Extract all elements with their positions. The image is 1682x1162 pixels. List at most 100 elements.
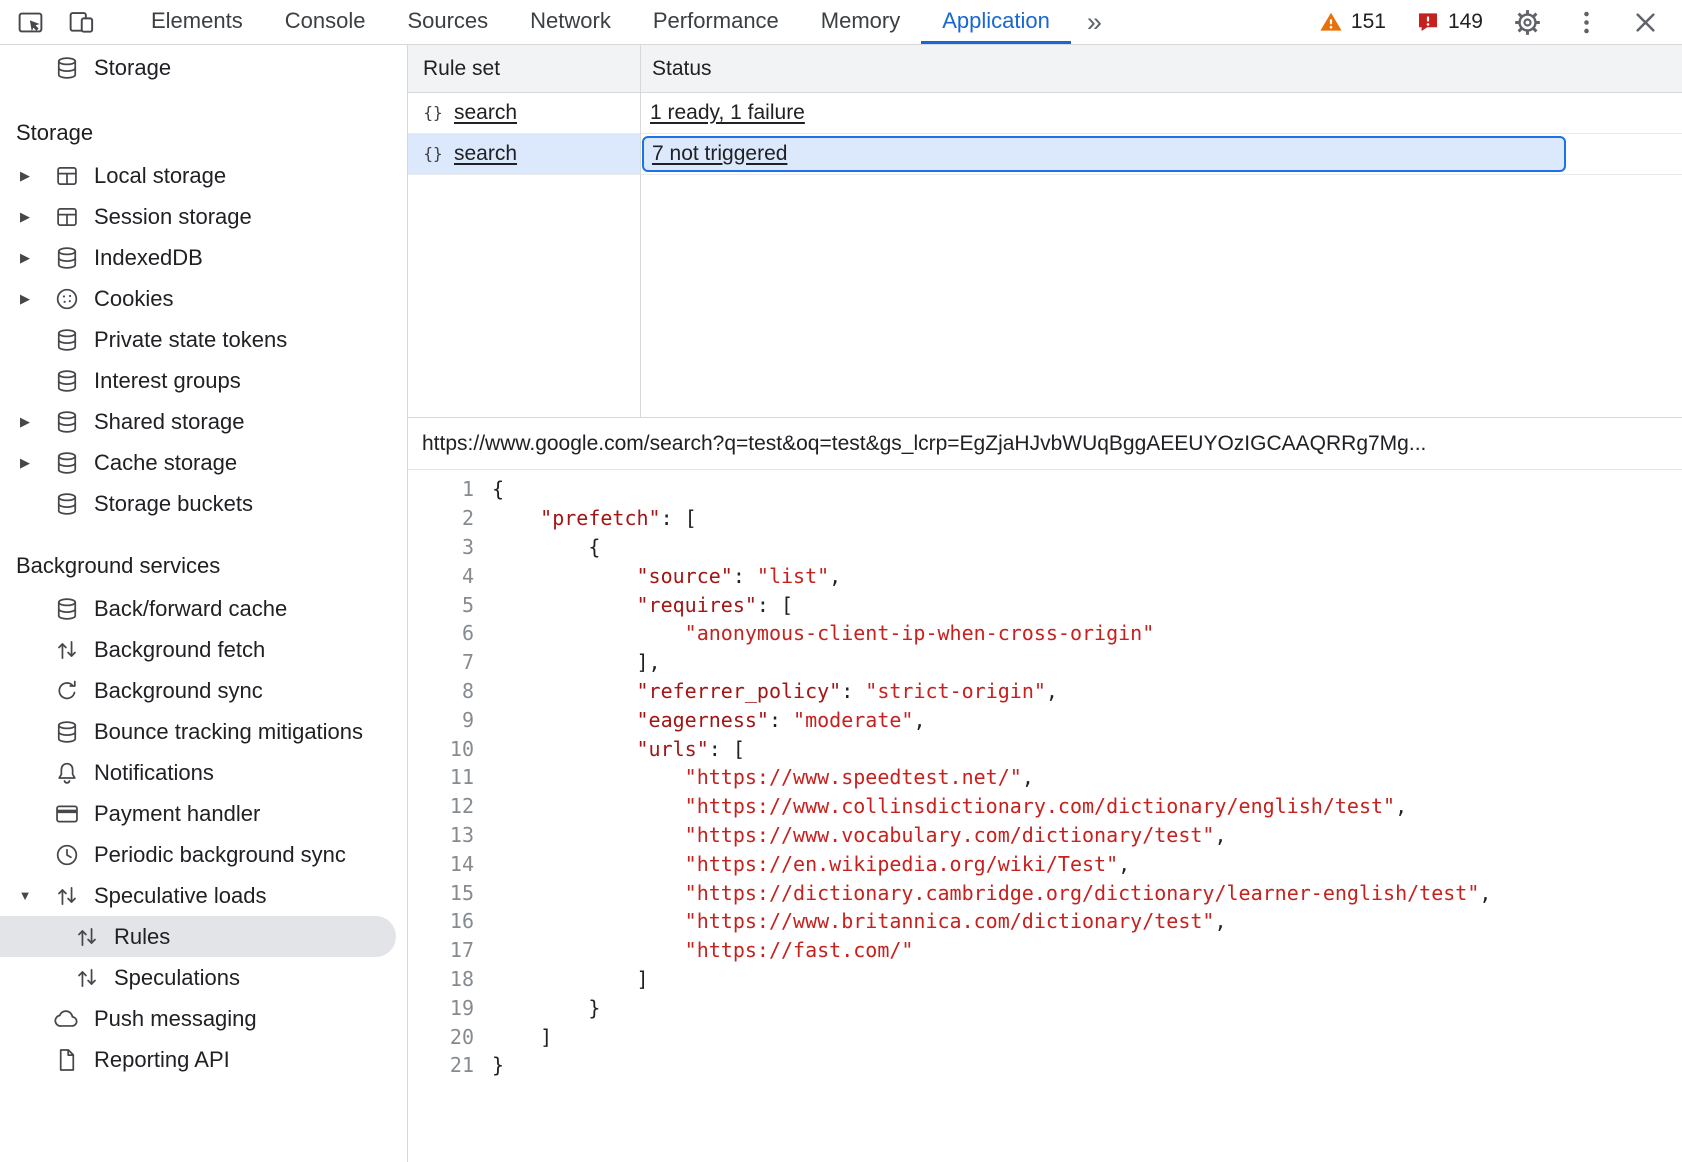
sidebar-item-storage-buckets[interactable]: Storage buckets (0, 483, 407, 524)
expander-arrow-icon[interactable]: ▶ (14, 209, 36, 225)
ruleset-row[interactable]: {} search 7 not triggered (408, 134, 1682, 175)
code-line: 8 "referrer_policy": "strict-origin", (408, 677, 1682, 706)
braces-icon: {} (421, 101, 445, 125)
sidebar-item-indexeddb[interactable]: ▶IndexedDB (0, 237, 407, 278)
expander-arrow-icon[interactable]: ▶ (14, 168, 36, 184)
sidebar-item-label: Periodic background sync (94, 842, 346, 868)
more-tabs-icon[interactable]: » (1071, 0, 1118, 44)
sidebar-item-label: Storage buckets (94, 491, 253, 517)
sidebar-item-label: Notifications (94, 760, 214, 786)
sidebar-item-label: Rules (114, 924, 170, 950)
sidebar-item-reporting-api[interactable]: Reporting API (0, 1039, 407, 1080)
sidebar-item-storage[interactable]: Storage (0, 45, 407, 91)
line-number: 5 (408, 593, 474, 617)
updown-icon (54, 883, 80, 909)
sidebar-item-bounce-tracking-mitigations[interactable]: Bounce tracking mitigations (0, 711, 407, 752)
sidebar-item-label: Cookies (94, 286, 173, 312)
sidebar-item-background-sync[interactable]: Background sync (0, 670, 407, 711)
ruleset-row[interactable]: {} search 1 ready, 1 failure (408, 93, 1682, 134)
sidebar-item-push-messaging[interactable]: Push messaging (0, 998, 407, 1039)
sidebar-item-cache-storage[interactable]: ▶Cache storage (0, 442, 407, 483)
tab-console[interactable]: Console (264, 0, 387, 44)
sidebar-item-background-fetch[interactable]: Background fetch (0, 629, 407, 670)
ruleset-link[interactable]: search (454, 142, 517, 166)
code-line: 4 "source": "list", (408, 561, 1682, 590)
column-header-status: Status (640, 45, 1682, 92)
expander-arrow-icon[interactable]: ▶ (14, 291, 36, 307)
sidebar-item-back-forward-cache[interactable]: Back/forward cache (0, 588, 407, 629)
inspect-element-icon[interactable] (16, 8, 45, 37)
sync-icon (54, 678, 80, 704)
braces-icon: {} (421, 142, 445, 166)
ruleset-link[interactable]: search (454, 101, 517, 125)
tab-memory[interactable]: Memory (800, 0, 921, 44)
toolbar-left-icons (0, 0, 114, 44)
status-link[interactable]: 7 not triggered (652, 142, 787, 166)
sidebar-item-label: Storage (94, 55, 171, 81)
updown-icon (74, 965, 100, 991)
error-icon (1416, 10, 1440, 34)
code-line: 21} (408, 1051, 1682, 1080)
expander-arrow-icon[interactable]: ▼ (14, 888, 36, 903)
updown-icon (54, 637, 80, 663)
sidebar-item-speculations[interactable]: Speculations (0, 957, 407, 998)
doc-icon (54, 1047, 80, 1073)
close-icon[interactable] (1631, 8, 1660, 37)
sidebar-item-local-storage[interactable]: ▶ Local storage (0, 155, 407, 196)
code-line: 9 "eagerness": "moderate", (408, 705, 1682, 734)
status-link[interactable]: 1 ready, 1 failure (650, 101, 805, 125)
sidebar-item-label: Local storage (94, 163, 226, 189)
sidebar-item-rules[interactable]: Rules (0, 916, 396, 957)
errors-badge[interactable]: 149 (1416, 10, 1483, 34)
tab-sources[interactable]: Sources (386, 0, 509, 44)
sidebar-item-session-storage[interactable]: ▶Session storage (0, 196, 407, 237)
section-title-background-services: Background services (0, 544, 407, 588)
code-line: 16 "https://www.britannica.com/dictionar… (408, 907, 1682, 936)
sidebar-item-interest-groups[interactable]: Interest groups (0, 360, 407, 401)
table-icon (54, 204, 80, 230)
code-line: 15 "https://dictionary.cambridge.org/dic… (408, 878, 1682, 907)
sidebar-item-cookies[interactable]: ▶ Cookies (0, 278, 407, 319)
expander-arrow-icon[interactable]: ▶ (14, 250, 36, 266)
settings-gear-icon[interactable] (1513, 8, 1542, 37)
sidebar-item-periodic-background-sync[interactable]: Periodic background sync (0, 834, 407, 875)
code-line: 19 } (408, 993, 1682, 1022)
line-number: 13 (408, 823, 474, 847)
tab-performance[interactable]: Performance (632, 0, 800, 44)
sidebar-item-payment-handler[interactable]: Payment handler (0, 793, 407, 834)
svg-text:{}: {} (423, 144, 442, 163)
kebab-menu-icon[interactable] (1572, 8, 1601, 37)
code-line: 12 "https://www.collinsdictionary.com/di… (408, 792, 1682, 821)
cloud-icon (54, 1006, 80, 1032)
line-number: 15 (408, 881, 474, 905)
warnings-badge[interactable]: 151 (1319, 10, 1386, 34)
sidebar-item-shared-storage[interactable]: ▶ Shared storage (0, 401, 407, 442)
sidebar-item-label: Payment handler (94, 801, 260, 827)
expander-arrow-icon[interactable]: ▶ (14, 414, 36, 430)
tab-application[interactable]: Application (921, 0, 1071, 44)
line-number: 21 (408, 1053, 474, 1077)
bell-icon (54, 760, 80, 786)
sidebar-item-label: Reporting API (94, 1047, 230, 1073)
sidebar-item-label: Shared storage (94, 409, 244, 435)
warning-icon (1319, 10, 1343, 34)
line-number: 12 (408, 794, 474, 818)
database-icon (54, 368, 80, 394)
sidebar-item-private-state-tokens[interactable]: Private state tokens (0, 319, 407, 360)
column-header-rule-set: Rule set (408, 45, 640, 92)
content-pane: Rule set Status {} search 1 ready, 1 failu… (408, 45, 1682, 1162)
ruleset-rows: {} search 1 ready, 1 failure {} search 7 not … (408, 93, 1682, 175)
device-toolbar-icon[interactable] (67, 8, 96, 37)
tab-network[interactable]: Network (509, 0, 632, 44)
line-number: 20 (408, 1025, 474, 1049)
sidebar-item-label: Speculative loads (94, 883, 266, 909)
code-line: 14 "https://en.wikipedia.org/wiki/Test", (408, 849, 1682, 878)
expander-arrow-icon[interactable]: ▶ (14, 455, 36, 471)
top-toolbar: ElementsConsoleSourcesNetworkPerformance… (0, 0, 1682, 45)
tab-elements[interactable]: Elements (130, 0, 264, 44)
svg-text:{}: {} (423, 103, 442, 122)
line-number: 18 (408, 967, 474, 991)
sidebar-item-notifications[interactable]: Notifications (0, 752, 407, 793)
code-line: 20 ] (408, 1022, 1682, 1051)
sidebar-item-speculative-loads[interactable]: ▼ Speculative loads (0, 875, 407, 916)
